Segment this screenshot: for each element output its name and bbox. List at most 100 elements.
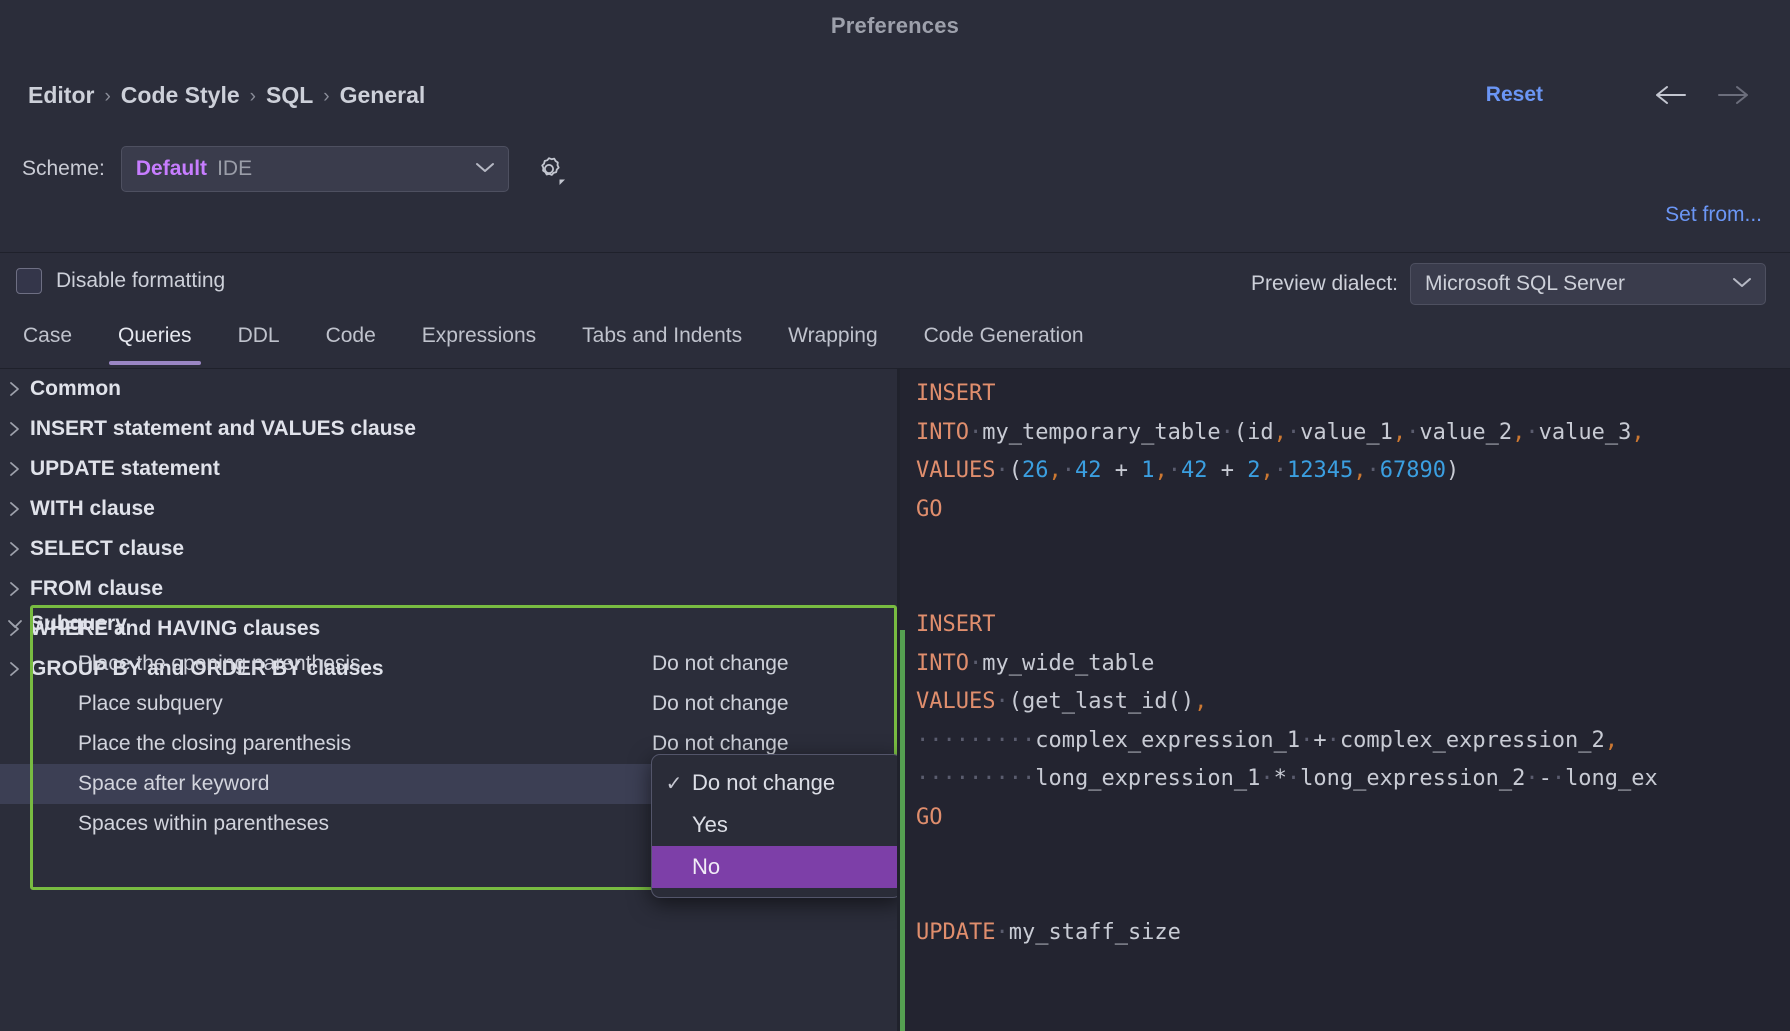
tree-group-insert-statement[interactable]: INSERT statement and VALUES clause bbox=[0, 409, 897, 449]
chevron-down-icon bbox=[0, 617, 30, 631]
title-bar: Preferences bbox=[0, 0, 1790, 52]
breadcrumb-item-general[interactable]: General bbox=[340, 82, 426, 109]
code-token: · bbox=[1062, 458, 1075, 483]
tab-wrapping[interactable]: Wrapping bbox=[765, 316, 901, 368]
code-token: VALUES bbox=[916, 689, 995, 714]
tab-label: Tabs and Indents bbox=[582, 324, 742, 347]
code-token: INSERT bbox=[916, 381, 995, 406]
code-line: GO bbox=[916, 491, 1790, 530]
dropdown-option-label: Do not change bbox=[692, 770, 835, 796]
breadcrumb-separator: › bbox=[104, 86, 110, 108]
settings-tree-pane: Common INSERT statement and VALUES claus… bbox=[0, 369, 897, 1031]
tab-label: DDL bbox=[238, 324, 280, 347]
code-token: · bbox=[1287, 766, 1300, 791]
code-token: VALUES bbox=[916, 458, 995, 483]
tab-tabs-and-indents[interactable]: Tabs and Indents bbox=[559, 316, 765, 368]
code-token: · bbox=[969, 651, 982, 676]
set-from-button[interactable]: Set from... bbox=[1665, 203, 1762, 227]
breadcrumb-item-sql[interactable]: SQL bbox=[266, 82, 313, 109]
code-token: ( bbox=[1009, 458, 1022, 483]
setting-label: Place the closing parenthesis bbox=[78, 732, 351, 756]
gear-icon[interactable] bbox=[531, 151, 567, 187]
tab-label: Queries bbox=[118, 324, 192, 347]
code-preview-pane[interactable]: INSERTINTO·my_temporary_table·(id,·value… bbox=[900, 369, 1790, 1031]
tab-code[interactable]: Code bbox=[303, 316, 399, 368]
code-token: , bbox=[1274, 420, 1287, 445]
code-line: GO bbox=[916, 799, 1790, 838]
disable-formatting-checkbox[interactable]: Disable formatting bbox=[16, 268, 225, 294]
reset-button[interactable]: Reset bbox=[1486, 83, 1543, 107]
disable-formatting-label: Disable formatting bbox=[56, 269, 225, 293]
tree-group-update-statement[interactable]: UPDATE statement bbox=[0, 449, 897, 489]
code-token: · bbox=[1525, 766, 1538, 791]
breadcrumb-item-code-style[interactable]: Code Style bbox=[121, 82, 240, 109]
code-token bbox=[916, 843, 929, 868]
code-token: my_staff_size bbox=[1009, 920, 1181, 945]
space-after-keyword-dropdown: ✓ Do not change Yes No bbox=[651, 754, 897, 898]
setting-label: Place the opening parenthesis bbox=[78, 652, 361, 676]
code-token: · bbox=[1552, 766, 1565, 791]
code-token: (id bbox=[1234, 420, 1274, 445]
tab-expressions[interactable]: Expressions bbox=[399, 316, 559, 368]
setting-row-place-opening-parenthesis[interactable]: Place the opening parenthesis Do not cha… bbox=[0, 644, 897, 684]
checkbox-box bbox=[16, 268, 42, 294]
dropdown-option-do-not-change[interactable]: ✓ Do not change bbox=[652, 762, 897, 804]
code-token: · bbox=[1327, 728, 1340, 753]
tree-group-subquery[interactable]: Subquery bbox=[0, 604, 897, 644]
scheme-selected-kind: IDE bbox=[217, 157, 252, 181]
code-token: + bbox=[1313, 728, 1326, 753]
arrow-right-icon[interactable] bbox=[1712, 78, 1752, 112]
code-line: INSERT bbox=[916, 375, 1790, 414]
preview-dialect-label: Preview dialect: bbox=[1251, 272, 1398, 296]
tab-label: Code Generation bbox=[924, 324, 1084, 347]
tab-case[interactable]: Case bbox=[0, 316, 95, 368]
tree-group-label: WITH clause bbox=[30, 497, 155, 521]
setting-row-place-subquery[interactable]: Place subquery Do not change bbox=[0, 684, 897, 724]
tab-code-generation[interactable]: Code Generation bbox=[901, 316, 1107, 368]
setting-value[interactable]: Do not change bbox=[652, 652, 789, 676]
code-token: 1 bbox=[1141, 458, 1154, 483]
tree-group-label: INSERT statement and VALUES clause bbox=[30, 417, 416, 441]
code-line bbox=[916, 568, 1790, 607]
code-line: INSERT bbox=[916, 606, 1790, 645]
tab-label: Code bbox=[326, 324, 376, 347]
code-token: complex_expression_2 bbox=[1340, 728, 1605, 753]
chevron-right-icon bbox=[0, 539, 30, 559]
tree-group-from-clause[interactable]: FROM clause bbox=[0, 569, 897, 609]
arrow-left-icon[interactable] bbox=[1652, 78, 1692, 112]
tab-queries[interactable]: Queries bbox=[95, 316, 215, 368]
tree-group-common[interactable]: Common bbox=[0, 369, 897, 409]
breadcrumb-item-editor[interactable]: Editor bbox=[28, 82, 94, 109]
dialog-title: Preferences bbox=[831, 13, 959, 39]
code-token: my_wide_table bbox=[982, 651, 1154, 676]
code-token: INTO bbox=[916, 651, 969, 676]
chevron-right-icon bbox=[0, 419, 30, 439]
setting-value[interactable]: Do not change bbox=[652, 692, 789, 716]
scheme-select[interactable]: Default IDE bbox=[121, 146, 509, 192]
code-token bbox=[916, 535, 929, 560]
code-token: · bbox=[995, 458, 1008, 483]
dropdown-option-yes[interactable]: Yes bbox=[652, 804, 897, 846]
dropdown-option-label: No bbox=[692, 854, 720, 880]
code-token: · bbox=[1300, 728, 1313, 753]
tree-group-with-clause[interactable]: WITH clause bbox=[0, 489, 897, 529]
code-line: ·········complex_expression_1·+·complex_… bbox=[916, 722, 1790, 761]
dropdown-option-no[interactable]: No bbox=[652, 846, 897, 888]
chevron-down-icon bbox=[474, 160, 496, 179]
breadcrumb-separator: › bbox=[250, 86, 256, 108]
code-token: complex_expression_1 bbox=[1035, 728, 1300, 753]
code-token: · bbox=[1260, 766, 1273, 791]
code-token: , bbox=[1048, 458, 1061, 483]
tree-group-label: FROM clause bbox=[30, 577, 163, 601]
tree-group-select-clause[interactable]: SELECT clause bbox=[0, 529, 897, 569]
preview-dialect-select[interactable]: Microsoft SQL Server bbox=[1410, 263, 1766, 305]
code-token: · bbox=[969, 420, 982, 445]
scheme-label: Scheme: bbox=[22, 157, 105, 181]
code-token: long_expression_1 bbox=[1035, 766, 1260, 791]
code-token: + bbox=[1207, 458, 1247, 483]
code-token: , bbox=[1393, 420, 1406, 445]
tab-ddl[interactable]: DDL bbox=[215, 316, 303, 368]
code-token: , bbox=[1353, 458, 1366, 483]
code-token: 2 bbox=[1247, 458, 1260, 483]
setting-value[interactable]: Do not change bbox=[652, 732, 789, 756]
